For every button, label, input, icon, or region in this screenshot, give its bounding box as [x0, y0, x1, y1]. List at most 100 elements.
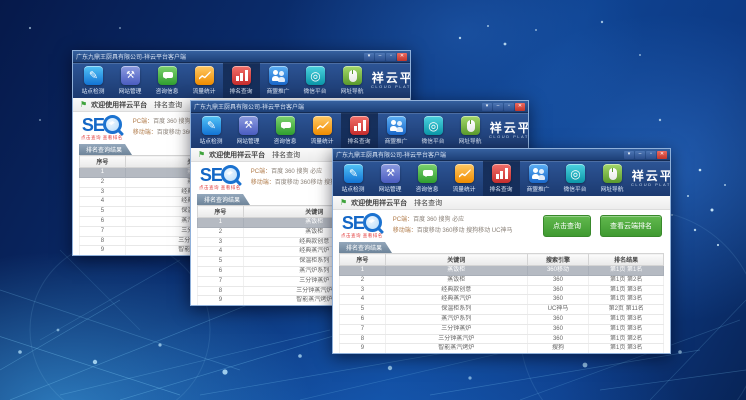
cloud-rank-button[interactable]: 查看云端排名	[600, 215, 662, 237]
title-bar[interactable]: 广东九鼎王厨具有限公司-祥云平台客户端 ▾ – ▫ ✕	[73, 51, 410, 63]
cell-engine: 360	[527, 295, 589, 305]
skin-button[interactable]: ▾	[364, 53, 374, 61]
toolbar-item-union-promo[interactable]: 商盟推广	[378, 113, 415, 148]
cell-rank: 第1页 第1名	[589, 266, 664, 276]
seo-logo-text: SE	[342, 214, 364, 232]
toolbar-item-site-manage[interactable]: 网站管理	[372, 161, 409, 196]
cell-no: 9	[198, 296, 244, 306]
toolbar-item-site-check[interactable]: 站点检测	[335, 161, 372, 196]
minimize-button[interactable]: –	[375, 53, 385, 61]
brand-name: 祥云平台	[631, 170, 671, 183]
toolbar-item-label: 咨询信息	[274, 136, 297, 145]
table-row[interactable]: 1 蒸饭柜 360移动 第1页 第1名	[340, 266, 664, 276]
seo-logo: SE 点击查询 查看排名	[341, 213, 383, 239]
toolbar-item-rank-query[interactable]: 排名查询	[483, 161, 520, 196]
cell-keyword: 保温柜系列	[385, 305, 527, 315]
app-window-front[interactable]: 广东九鼎王厨具有限公司-祥云平台客户端 ▾ – ▫ ✕ 站点检测 网站管理	[332, 148, 671, 354]
toolbar-item-site-nav[interactable]: 网址导航	[452, 113, 489, 148]
main-toolbar: 站点检测 网站管理 咨询信息 流量统计	[191, 113, 528, 148]
skin-button[interactable]: ▾	[482, 103, 492, 111]
toolbar-item-site-check[interactable]: 站点检测	[75, 63, 112, 98]
toolbar-item-label: 流量统计	[453, 184, 476, 193]
toolbar-item-union-promo[interactable]: 商盟推广	[260, 63, 297, 98]
table-row[interactable]: 8 三分钟蒸汽炉 360 第1页 第2名	[340, 334, 664, 344]
toolbar-item-label: 微信平台	[304, 86, 327, 95]
cell-no: 9	[80, 246, 126, 256]
site-nav-icon	[343, 66, 362, 85]
table-row[interactable]: 7 三分钟蒸炉 360 第1页 第3名	[340, 324, 664, 334]
table-row[interactable]: 3 经典款创意 360 第1页 第3名	[340, 285, 664, 295]
maximize-button[interactable]: ▫	[504, 103, 514, 111]
minimize-button[interactable]: –	[635, 151, 645, 159]
header-no: 序号	[340, 254, 386, 266]
window-title: 广东九鼎王厨具有限公司-祥云平台客户端	[194, 102, 304, 111]
maximize-button[interactable]: ▫	[646, 151, 656, 159]
cell-no: 2	[340, 275, 386, 285]
table-row[interactable]: 6 蒸汽炉系列 360 第1页 第3名	[340, 314, 664, 324]
toolbar-item-union-promo[interactable]: 商盟推广	[520, 161, 557, 196]
cell-no: 6	[340, 314, 386, 324]
site-nav-icon	[461, 116, 480, 135]
toolbar-item-traffic-stats[interactable]: 流量统计	[446, 161, 483, 196]
tab-rank-results[interactable]: 排名查询结果	[339, 242, 392, 253]
cell-no: 7	[340, 324, 386, 334]
close-button[interactable]: ✕	[397, 53, 407, 61]
toolbar-item-rank-query[interactable]: 排名查询	[341, 113, 378, 148]
toolbar-item-consult-info[interactable]: 咨询信息	[409, 161, 446, 196]
toolbar-item-label: 网址导航	[341, 86, 364, 95]
cell-rank: 第1页 第3名	[589, 324, 664, 334]
breadcrumb-page: 排名查询	[272, 150, 300, 160]
title-bar[interactable]: 广东九鼎王厨具有限公司-祥云平台客户端 ▾ – ▫ ✕	[191, 101, 528, 113]
toolbar-item-site-nav[interactable]: 网址导航	[594, 161, 631, 196]
toolbar-item-site-manage[interactable]: 网站管理	[230, 113, 267, 148]
table-row[interactable]: 4 经典蒸汽炉 360 第1页 第3名	[340, 295, 664, 305]
table-header-row: 序号 关键词 搜索引擎 排名结果	[340, 254, 664, 266]
cell-no: 2	[198, 227, 244, 237]
toolbar-item-site-manage[interactable]: 网站管理	[112, 63, 149, 98]
window-title: 广东九鼎王厨具有限公司-祥云平台客户端	[336, 150, 446, 159]
toolbar-item-wechat[interactable]: 微信平台	[557, 161, 594, 196]
toolbar-item-label: 站点检测	[342, 184, 365, 193]
toolbar-item-label: 商盟推广	[385, 136, 408, 145]
rank-query-icon	[350, 116, 369, 135]
toolbar-item-wechat[interactable]: 微信平台	[415, 113, 452, 148]
title-bar[interactable]: 广东九鼎王厨具有限公司-祥云平台客户端 ▾ – ▫ ✕	[333, 149, 670, 161]
minimize-button[interactable]: –	[493, 103, 503, 111]
toolbar-item-rank-query[interactable]: 排名查询	[223, 63, 260, 98]
magnifier-icon	[363, 213, 382, 232]
close-button[interactable]: ✕	[515, 103, 525, 111]
toolbar-item-consult-info[interactable]: 咨询信息	[149, 63, 186, 98]
main-toolbar: 站点检测 网站管理 咨询信息 流量统计	[333, 161, 670, 196]
toolbar-item-wechat[interactable]: 微信平台	[297, 63, 334, 98]
toolbar-item-site-nav[interactable]: 网址导航	[334, 63, 371, 98]
action-buttons: 点击查询 查看云端排名	[543, 215, 662, 237]
desktop-background: 广东九鼎王厨具有限公司-祥云平台客户端 ▾ – ▫ ✕ 站点检测 网站管理	[0, 0, 746, 400]
skin-button[interactable]: ▾	[624, 151, 634, 159]
cell-no: 8	[198, 286, 244, 296]
toolbar-item-site-check[interactable]: 站点检测	[193, 113, 230, 148]
magnifier-icon	[221, 165, 240, 184]
breadcrumb-page: 排名查询	[414, 198, 442, 208]
engine-list: PC端：百度 360 搜狗 必应 移动端：百度移动 360移动 搜狗移动 UC神…	[393, 215, 513, 238]
window-title: 广东九鼎王厨具有限公司-祥云平台客户端	[76, 52, 186, 61]
tab-rank-results[interactable]: 排名查询结果	[79, 144, 132, 155]
table-row[interactable]: 2 蒸饭柜 360 第1页 第2名	[340, 275, 664, 285]
close-button[interactable]: ✕	[657, 151, 667, 159]
toolbar-item-label: 网站管理	[237, 136, 260, 145]
query-button[interactable]: 点击查询	[543, 215, 591, 237]
tab-rank-results[interactable]: 排名查询结果	[197, 194, 250, 205]
toolbar-item-traffic-stats[interactable]: 流量统计	[304, 113, 341, 148]
brand-subtitle: CLOUD PLATFORM	[631, 183, 671, 187]
toolbar-item-label: 排名查询	[230, 86, 253, 95]
cell-rank: 第1页 第2名	[589, 275, 664, 285]
toolbar-item-consult-info[interactable]: 咨询信息	[267, 113, 304, 148]
table-row[interactable]: 5 保温柜系列 UC神马 第2页 第11名	[340, 305, 664, 315]
toolbar-item-traffic-stats[interactable]: 流量统计	[186, 63, 223, 98]
brand-logo: 祥云平台 CLOUD PLATFORM 祥	[489, 113, 529, 148]
table-row[interactable]: 9 智能蒸汽烤炉 搜狗 第1页 第3名	[340, 344, 664, 354]
brand-subtitle: CLOUD PLATFORM	[489, 135, 529, 139]
consult-info-icon	[276, 116, 295, 135]
maximize-button[interactable]: ▫	[386, 53, 396, 61]
toolbar-item-label: 商盟推广	[527, 184, 550, 193]
cell-no: 5	[80, 207, 126, 217]
